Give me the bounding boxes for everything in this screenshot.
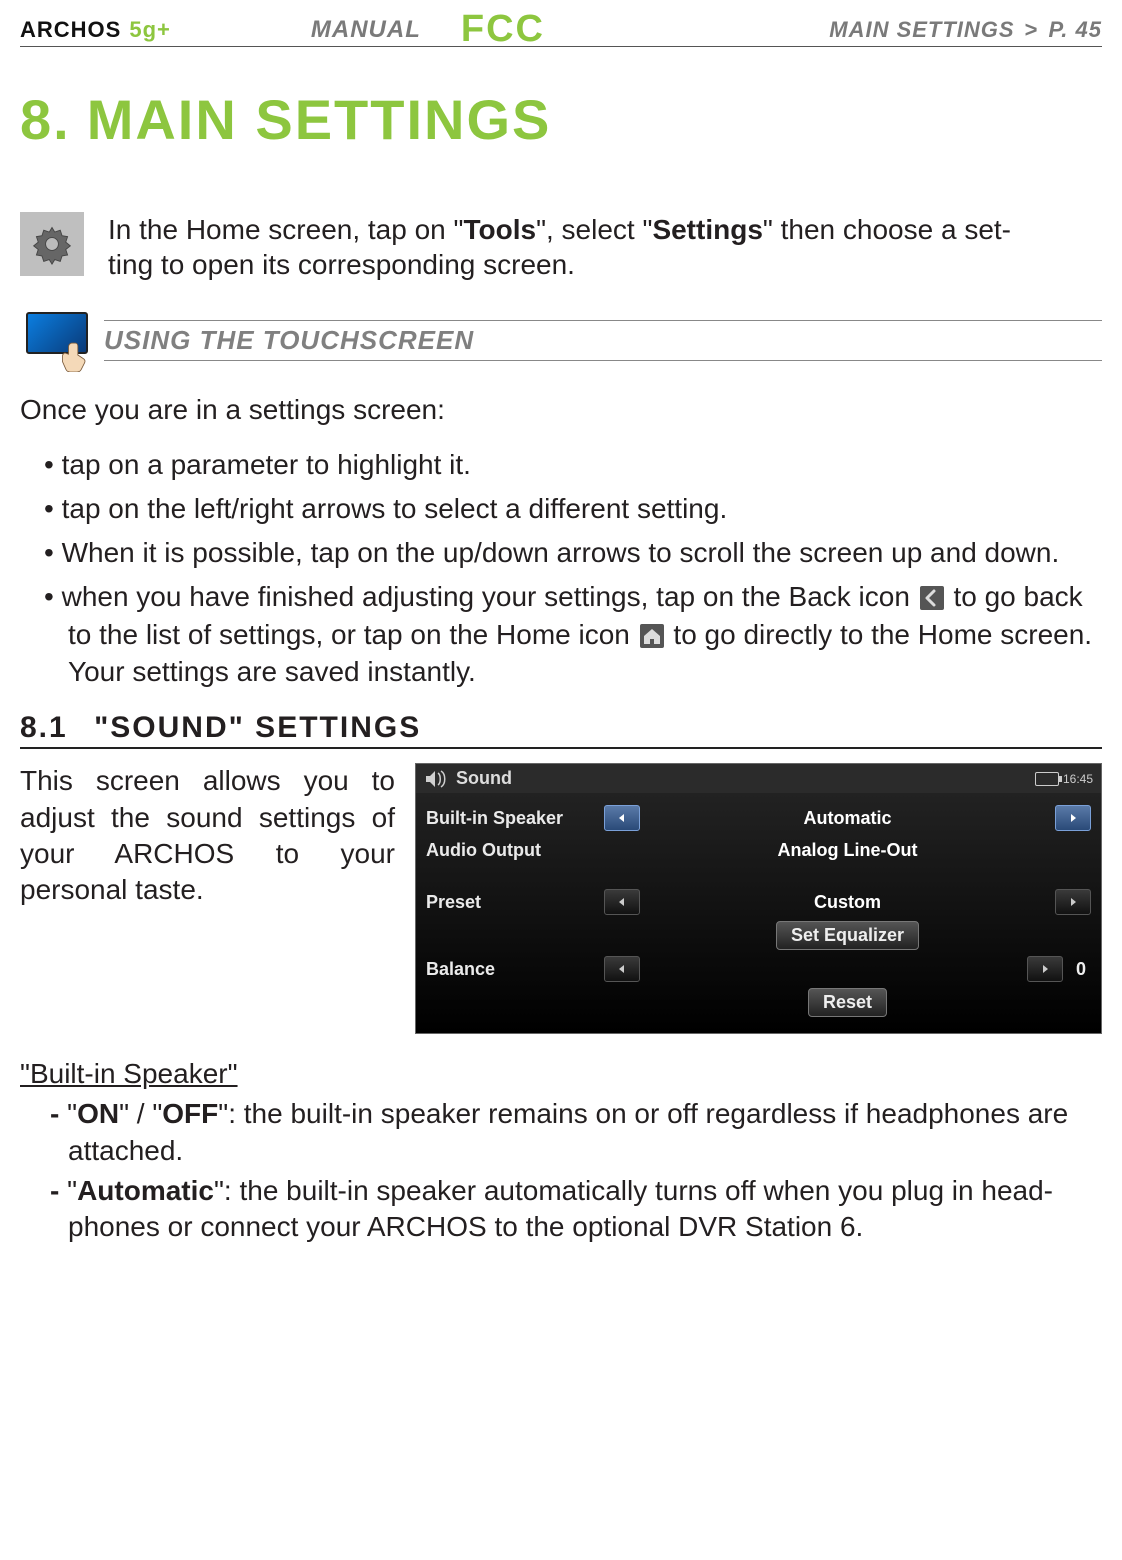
brand-model: 5g+ xyxy=(129,17,171,43)
breadcrumb-title: MAIN SETTINGS xyxy=(829,17,1014,43)
off-label: OFF xyxy=(162,1098,218,1129)
intro-mid: ", select " xyxy=(536,214,652,245)
section-title: "SOUND" SETTINGS xyxy=(94,711,421,744)
row-value-preset: Custom xyxy=(646,892,1049,913)
list-item: "Automatic": the built-in speaker automa… xyxy=(50,1173,1102,1246)
automatic-label: Automatic xyxy=(77,1175,214,1206)
list-item: "ON" / "OFF": the built-in speaker remai… xyxy=(50,1096,1102,1169)
arrow-right-icon[interactable] xyxy=(1055,889,1091,915)
section-heading: 8.1 "SOUND" SETTINGS xyxy=(20,711,1102,749)
sound-settings-screenshot: Sound 16:45 Built-in Speaker Automatic A xyxy=(415,763,1102,1034)
section-number: 8.1 xyxy=(20,711,68,744)
intro-settings: Settings xyxy=(652,214,762,245)
arrow-left-icon[interactable] xyxy=(604,956,640,982)
intro-block: In the Home screen, tap on "Tools", sele… xyxy=(20,212,1102,282)
builtin-speaker-heading: "Built-in Speaker" xyxy=(20,1058,1102,1090)
battery-icon xyxy=(1035,772,1059,786)
brand-block: ARCHOS 5g+ xyxy=(20,17,171,43)
arrow-right-icon[interactable] xyxy=(1055,805,1091,831)
row-label-balance: Balance xyxy=(426,959,596,980)
status-bar: 16:45 xyxy=(1035,772,1093,786)
onoff-desc: ": the built-in speaker remains on or of… xyxy=(68,1098,1068,1165)
settings-lead: Once you are in a settings screen: xyxy=(20,392,1102,428)
touchscreen-bullets: tap on a parameter to highlight it. tap … xyxy=(20,446,1102,691)
fcc-label: FCC xyxy=(461,10,545,48)
arrow-left-icon[interactable] xyxy=(604,805,640,831)
row-label-preset: Preset xyxy=(426,892,596,913)
breadcrumb-page: P. 45 xyxy=(1048,17,1102,43)
page-header: ARCHOS 5g+ MANUAL FCC MAIN SETTINGS > P.… xyxy=(20,0,1102,47)
breadcrumb: MAIN SETTINGS > P. 45 xyxy=(829,17,1102,43)
intro-tools: Tools xyxy=(463,214,536,245)
row-value-speaker: Automatic xyxy=(646,808,1049,829)
intro-text: In the Home screen, tap on "Tools", sele… xyxy=(108,212,1102,282)
manual-label: MANUAL xyxy=(311,16,421,44)
device-time: 16:45 xyxy=(1063,772,1093,786)
intro-line2: ting to open its corresponding screen. xyxy=(108,249,575,280)
builtin-speaker-list: "ON" / "OFF": the built-in speaker remai… xyxy=(20,1096,1102,1246)
device-title: Sound xyxy=(456,768,1035,789)
speaker-icon xyxy=(424,770,448,788)
row-value-audio: Analog Line-Out xyxy=(646,840,1049,861)
intro-post: " then choose a set- xyxy=(763,214,1011,245)
arrow-right-icon[interactable] xyxy=(1027,956,1063,982)
gear-icon xyxy=(20,212,84,276)
automatic-desc: ": the built-in speaker automatically tu… xyxy=(68,1175,1053,1242)
list-item: when you have finished adjusting your se… xyxy=(44,578,1102,691)
arrow-left-icon[interactable] xyxy=(604,889,640,915)
list-item: tap on the left/right arrows to select a… xyxy=(44,490,1102,528)
chapter-number: 8. xyxy=(20,87,71,152)
home-icon xyxy=(640,624,664,648)
on-label: ON xyxy=(77,1098,119,1129)
touchscreen-icon xyxy=(20,312,90,368)
set-equalizer-button[interactable]: Set Equalizer xyxy=(776,921,919,950)
back-icon xyxy=(920,586,944,610)
intro-pre: In the Home screen, tap on " xyxy=(108,214,463,245)
row-label-audio: Audio Output xyxy=(426,840,596,861)
chapter-heading: 8. MAIN SETTINGS xyxy=(20,87,1102,152)
bullet4-a: when you have finished adjusting your se… xyxy=(62,581,918,612)
list-item: tap on a parameter to highlight it. xyxy=(44,446,1102,484)
row-label-speaker: Built-in Speaker xyxy=(426,808,596,829)
brand-logo: ARCHOS xyxy=(20,17,121,43)
chapter-title: MAIN SETTINGS xyxy=(87,87,552,152)
breadcrumb-sep: > xyxy=(1025,17,1039,43)
touchscreen-heading-row: USING THE TOUCHSCREEN xyxy=(20,312,1102,368)
row-value-balance: 0 xyxy=(1071,959,1091,980)
touchscreen-heading: USING THE TOUCHSCREEN xyxy=(104,325,474,355)
list-item: When it is possible, tap on the up/down … xyxy=(44,534,1102,572)
reset-button[interactable]: Reset xyxy=(808,988,887,1017)
sound-intro-text: This screen allows you to adjust the sou… xyxy=(20,763,395,909)
